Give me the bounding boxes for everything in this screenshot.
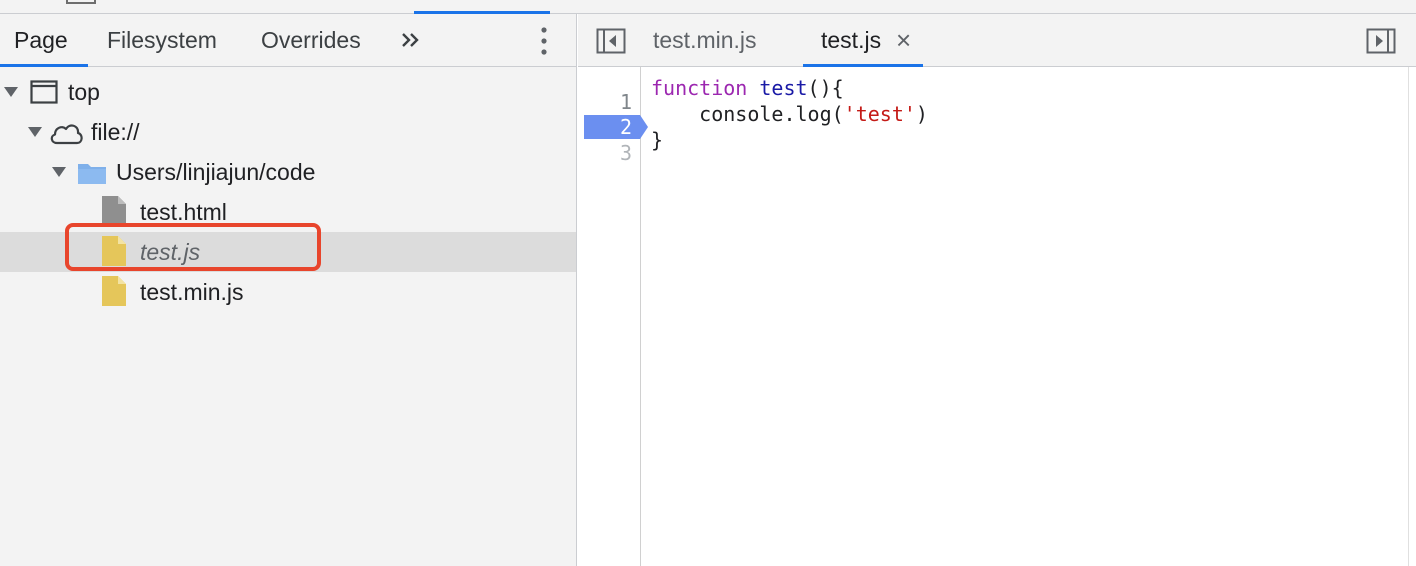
tree-item-label: Users/linjiajun/code [116, 159, 316, 185]
code-line-1: function test(){ [651, 76, 844, 100]
code-line-2: console.log('test') [651, 102, 928, 126]
tree-item-label: test.html [140, 199, 227, 225]
toolbar-icon-stub [66, 0, 96, 4]
close-tab-icon[interactable]: × [896, 26, 911, 54]
editor-tab-test-min-js[interactable]: test.min.js [653, 24, 757, 56]
expand-triangle-icon[interactable] [28, 126, 42, 138]
tab-page[interactable]: Page [14, 24, 68, 56]
active-editor-tab-underline [803, 64, 923, 67]
editor-tabbar: test.min.js test.js × [578, 14, 1416, 67]
double-chevron-right-icon[interactable] [398, 26, 424, 54]
tab-overrides[interactable]: Overrides [261, 24, 361, 56]
scrollbar-track[interactable] [1408, 67, 1416, 566]
line-number: 2 [619, 115, 632, 139]
toggle-debugger-icon[interactable] [1366, 28, 1396, 54]
cloud-icon [50, 124, 83, 145]
tree-item-label: top [68, 79, 100, 105]
top-toolbar-strip [0, 0, 1416, 14]
tree-item-folder[interactable]: Users/linjiajun/code [0, 152, 576, 192]
navigator-panel: Page Filesystem Overrides top file:// Us… [0, 14, 577, 566]
code-line-3: } [651, 128, 664, 152]
tab-filesystem[interactable]: Filesystem [107, 24, 217, 56]
tree-item-label: file:// [91, 119, 140, 145]
folder-icon [78, 164, 106, 184]
tree-item-label: test.min.js [140, 279, 244, 305]
line-number: 3 [619, 141, 632, 165]
breakpoint-marker[interactable] [584, 115, 648, 139]
expand-triangle-icon[interactable] [52, 166, 66, 178]
code-content[interactable]: function test(){ console.log('test')} [651, 75, 928, 153]
tree-item-top[interactable]: top [0, 72, 576, 112]
line-number: 1 [619, 90, 632, 114]
frame-icon [30, 80, 58, 104]
editor-tab-test-js[interactable]: test.js [821, 24, 881, 56]
js-file-icon [102, 276, 126, 306]
file-icon [102, 196, 126, 226]
toggle-navigator-icon[interactable] [596, 28, 626, 54]
tree-item-file-origin[interactable]: file:// [0, 112, 576, 152]
highlight-annotation-box [65, 223, 321, 271]
editor-panel: test.min.js test.js × 1 2 3 function tes… [578, 14, 1416, 566]
expand-triangle-icon[interactable] [4, 86, 18, 98]
navigator-tabbar: Page Filesystem Overrides [0, 14, 576, 67]
kebab-menu-icon[interactable] [536, 26, 552, 56]
tree-item-test-min-js[interactable]: test.min.js [0, 272, 576, 312]
line-number-gutter[interactable]: 1 2 3 [578, 67, 648, 566]
active-tab-underline [0, 64, 88, 67]
